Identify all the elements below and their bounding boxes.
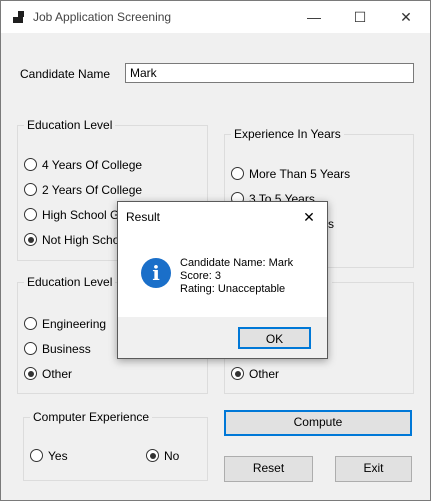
close-button[interactable]: ✕ xyxy=(383,1,429,33)
dialog-title-bar: Result ✕ xyxy=(118,202,327,232)
computer-experience-title: Computer Experience xyxy=(30,410,153,424)
dialog-title: Result xyxy=(126,210,161,224)
radio-computer-no[interactable]: No xyxy=(146,448,179,464)
radio-engineering[interactable]: Engineering xyxy=(24,316,106,332)
radio-circle-checked xyxy=(24,367,37,381)
experience-title: Experience In Years xyxy=(231,127,344,141)
title-bar: Job Application Screening — ☐ ✕ xyxy=(1,1,430,33)
reset-button[interactable]: Reset xyxy=(224,456,313,482)
radio-circle-checked xyxy=(24,233,37,247)
message-line-score: Score: 3 xyxy=(180,270,221,282)
radio-business[interactable]: Business xyxy=(24,341,91,357)
radio-field-other[interactable]: Other xyxy=(24,366,72,382)
dialog-body: i Candidate Name: Mark Score: 3 Rating: … xyxy=(118,232,327,317)
minimize-button[interactable]: — xyxy=(291,1,337,33)
radio-circle xyxy=(231,167,244,181)
radio-2-years-college[interactable]: 2 Years Of College xyxy=(24,182,142,198)
radio-circle xyxy=(30,449,43,463)
candidate-name-input[interactable]: Mark xyxy=(125,63,414,83)
radio-circle xyxy=(24,342,37,356)
result-dialog: Result ✕ i Candidate Name: Mark Score: 3… xyxy=(117,201,328,359)
message-line-rating: Rating: Unacceptable xyxy=(180,283,286,295)
info-icon: i xyxy=(141,258,171,288)
radio-circle xyxy=(24,317,37,331)
radio-not-high-school[interactable]: Not High Scho xyxy=(24,232,119,248)
radio-high-school-grad[interactable]: High School Gr xyxy=(24,207,123,223)
radio-circle xyxy=(24,208,37,222)
exit-button[interactable]: Exit xyxy=(335,456,412,482)
education-field-title: Education Level xyxy=(24,275,116,289)
radio-circle-checked xyxy=(146,449,159,463)
radio-4-years-college[interactable]: 4 Years Of College xyxy=(24,157,142,173)
dialog-close-button[interactable]: ✕ xyxy=(298,206,320,228)
radio-more-than-5-years[interactable]: More Than 5 Years xyxy=(231,166,350,182)
radio-circle xyxy=(24,158,37,172)
education-level-title: Education Level xyxy=(24,118,116,132)
compute-button[interactable]: Compute xyxy=(224,410,412,436)
computer-experience-group: Computer Experience Yes No xyxy=(23,410,208,481)
radio-computer-yes[interactable]: Yes xyxy=(30,448,68,464)
candidate-name-label: Candidate Name xyxy=(20,67,111,81)
radio-circle xyxy=(24,183,37,197)
window-title: Job Application Screening xyxy=(33,10,172,24)
radio-circle-checked xyxy=(231,367,244,381)
message-line-candidate: Candidate Name: Mark xyxy=(180,257,294,269)
radio-right-other[interactable]: Other xyxy=(231,366,279,382)
dialog-message: Candidate Name: Mark Score: 3 Rating: Un… xyxy=(180,257,293,296)
ok-button[interactable]: OK xyxy=(238,327,311,349)
maximize-button[interactable]: ☐ xyxy=(337,1,383,33)
app-icon xyxy=(13,11,25,23)
